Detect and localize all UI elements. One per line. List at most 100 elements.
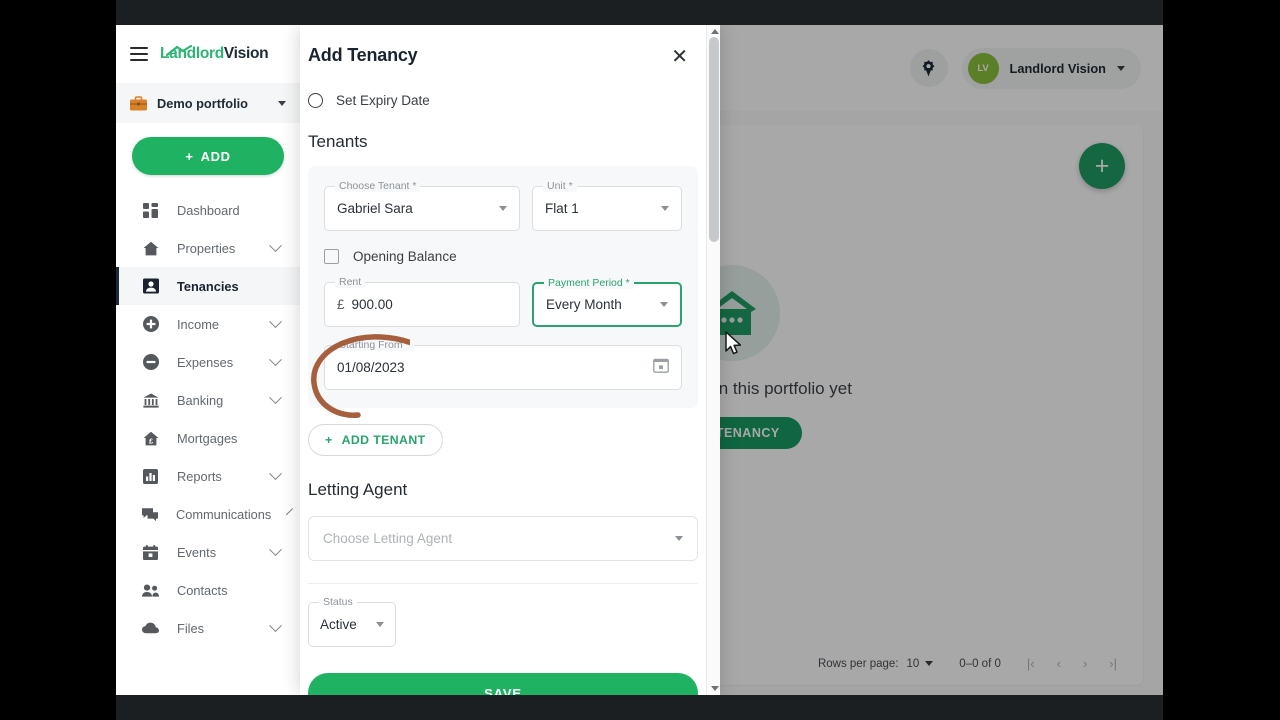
browser-top-band — [116, 0, 1163, 25]
briefcase-icon — [130, 95, 147, 110]
currency-symbol: £ — [337, 297, 345, 312]
sidebar-item-communications[interactable]: Communications — [116, 495, 300, 533]
calendar-icon — [142, 544, 159, 561]
sidebar-item-label: Dashboard — [177, 202, 240, 218]
sidebar: Landlord Vision Demo portfolio + ADD Das… — [116, 25, 300, 695]
chevron-down-icon — [660, 302, 668, 307]
tenant-card: Choose Tenant * Gabriel Sara Unit * Flat… — [308, 166, 698, 408]
modal-title: Add Tenancy — [308, 45, 418, 65]
chevron-down-icon — [376, 622, 384, 627]
unit-label: Unit * — [543, 180, 577, 192]
starting-from-input[interactable]: Starting From * 01/08/2023 — [324, 339, 682, 390]
sidebar-item-expenses[interactable]: Expenses — [116, 343, 300, 381]
sidebar-add-button[interactable]: + ADD — [132, 137, 284, 175]
opening-balance-checkbox[interactable] — [324, 249, 339, 264]
chevron-down-icon — [269, 390, 282, 404]
sidebar-top: Landlord Vision — [116, 25, 300, 83]
minus-circle-icon — [142, 354, 159, 371]
sidebar-item-income[interactable]: Income — [116, 305, 300, 343]
modal-body: Add Tenancy ✕ Set Expiry Date Tenants Ch… — [300, 25, 706, 695]
calendar-icon[interactable] — [653, 357, 669, 378]
bank-icon — [142, 392, 159, 409]
choose-tenant-select[interactable]: Choose Tenant * Gabriel Sara — [324, 180, 520, 231]
modal-scrollbar[interactable] — [706, 25, 720, 695]
screenshot-root: LV Landlord Vision + No tenancies in thi… — [0, 0, 1280, 720]
app-viewport: LV Landlord Vision + No tenancies in thi… — [116, 25, 1163, 695]
portfolio-selector[interactable]: Demo portfolio — [116, 83, 300, 123]
sidebar-item-label: Files — [177, 620, 205, 636]
sidebar-item-label: Mortgages — [177, 430, 238, 446]
plus-icon: + — [185, 148, 194, 164]
letting-agent-placeholder: Choose Letting Agent — [323, 531, 453, 546]
home-icon — [142, 240, 159, 257]
sidebar-item-label: Banking — [177, 392, 224, 408]
starting-from-value: 01/08/2023 — [337, 360, 405, 375]
sidebar-item-label: Income — [177, 316, 219, 332]
sidebar-item-label: Contacts — [177, 582, 228, 598]
sidebar-item-reports[interactable]: Reports — [116, 457, 300, 495]
chevron-down-icon — [269, 314, 282, 328]
rent-input[interactable]: Rent £ 900.00 — [324, 276, 520, 327]
chevron-down-icon — [269, 542, 282, 556]
sidebar-nav: Dashboard Properties Tenancies Income Ex… — [116, 191, 300, 647]
chevron-down-icon — [269, 352, 282, 366]
sidebar-item-files[interactable]: Files — [116, 609, 300, 647]
bar-chart-icon — [142, 468, 159, 485]
modal-header: Add Tenancy ✕ — [308, 25, 698, 69]
sidebar-item-label: Tenancies — [177, 278, 239, 294]
starting-from-label: Starting From * — [335, 339, 414, 351]
set-expiry-date-row[interactable]: Set Expiry Date — [308, 93, 698, 108]
chevron-down-icon — [269, 618, 282, 632]
chevron-down-icon — [499, 206, 507, 211]
portfolio-label: Demo portfolio — [157, 95, 248, 111]
sidebar-item-properties[interactable]: Properties — [116, 229, 300, 267]
sidebar-item-label: Events — [177, 544, 217, 560]
sidebar-item-label: Properties — [177, 240, 236, 256]
set-expiry-date-radio[interactable] — [308, 93, 323, 108]
unit-select[interactable]: Unit * Flat 1 — [532, 180, 682, 231]
sidebar-item-tenancies[interactable]: Tenancies — [116, 267, 300, 305]
rent-label: Rent — [335, 276, 366, 288]
sidebar-item-events[interactable]: Events — [116, 533, 300, 571]
sidebar-item-banking[interactable]: Banking — [116, 381, 300, 419]
sidebar-item-dashboard[interactable]: Dashboard — [116, 191, 300, 229]
chevron-down-icon — [675, 536, 683, 541]
rent-value: 900.00 — [351, 297, 393, 312]
status-label: Status — [319, 596, 357, 608]
unit-value: Flat 1 — [545, 201, 579, 216]
add-tenancy-modal: Add Tenancy ✕ Set Expiry Date Tenants Ch… — [300, 25, 720, 695]
hamburger-menu-icon[interactable] — [130, 47, 148, 61]
chevron-down-icon — [269, 238, 282, 252]
status-select[interactable]: Status Active — [308, 596, 396, 647]
app-logo[interactable]: Landlord Vision — [160, 45, 269, 63]
chevron-down-icon — [286, 507, 294, 515]
chat-bubbles-icon — [142, 506, 158, 523]
add-tenant-label: ADD TENANT — [341, 433, 426, 447]
sidebar-item-label: Communications — [176, 506, 272, 522]
choose-tenant-label: Choose Tenant * — [335, 180, 421, 192]
letting-agent-heading: Letting Agent — [308, 480, 408, 499]
status-value: Active — [320, 617, 357, 632]
divider — [308, 583, 698, 584]
opening-balance-row[interactable]: Opening Balance — [324, 249, 682, 264]
logo-text-secondary: Vision — [223, 45, 269, 62]
close-icon[interactable]: ✕ — [667, 45, 692, 69]
scroll-up-arrow-icon[interactable] — [711, 29, 719, 34]
scroll-down-arrow-icon[interactable] — [711, 686, 719, 691]
rent-period-row: Rent £ 900.00 Payment Period * Every Mon… — [324, 276, 682, 327]
add-tenant-button[interactable]: + ADD TENANT — [308, 424, 443, 456]
letting-agent-select[interactable]: Choose Letting Agent — [308, 516, 698, 561]
chevron-down-icon — [269, 466, 282, 480]
payment-period-select[interactable]: Payment Period * Every Month — [532, 277, 682, 327]
sidebar-item-label: Expenses — [177, 354, 234, 370]
payment-period-label: Payment Period * — [544, 277, 634, 289]
cloud-icon — [142, 620, 159, 637]
dashboard-icon — [142, 202, 159, 219]
scrollbar-thumb[interactable] — [709, 37, 719, 242]
house-pound-icon: £ — [142, 430, 159, 447]
save-button[interactable]: SAVE — [308, 673, 698, 695]
person-card-icon — [142, 278, 159, 295]
sidebar-item-mortgages[interactable]: £ Mortgages — [116, 419, 300, 457]
sidebar-item-contacts[interactable]: Contacts — [116, 571, 300, 609]
chevron-down-icon — [661, 206, 669, 211]
